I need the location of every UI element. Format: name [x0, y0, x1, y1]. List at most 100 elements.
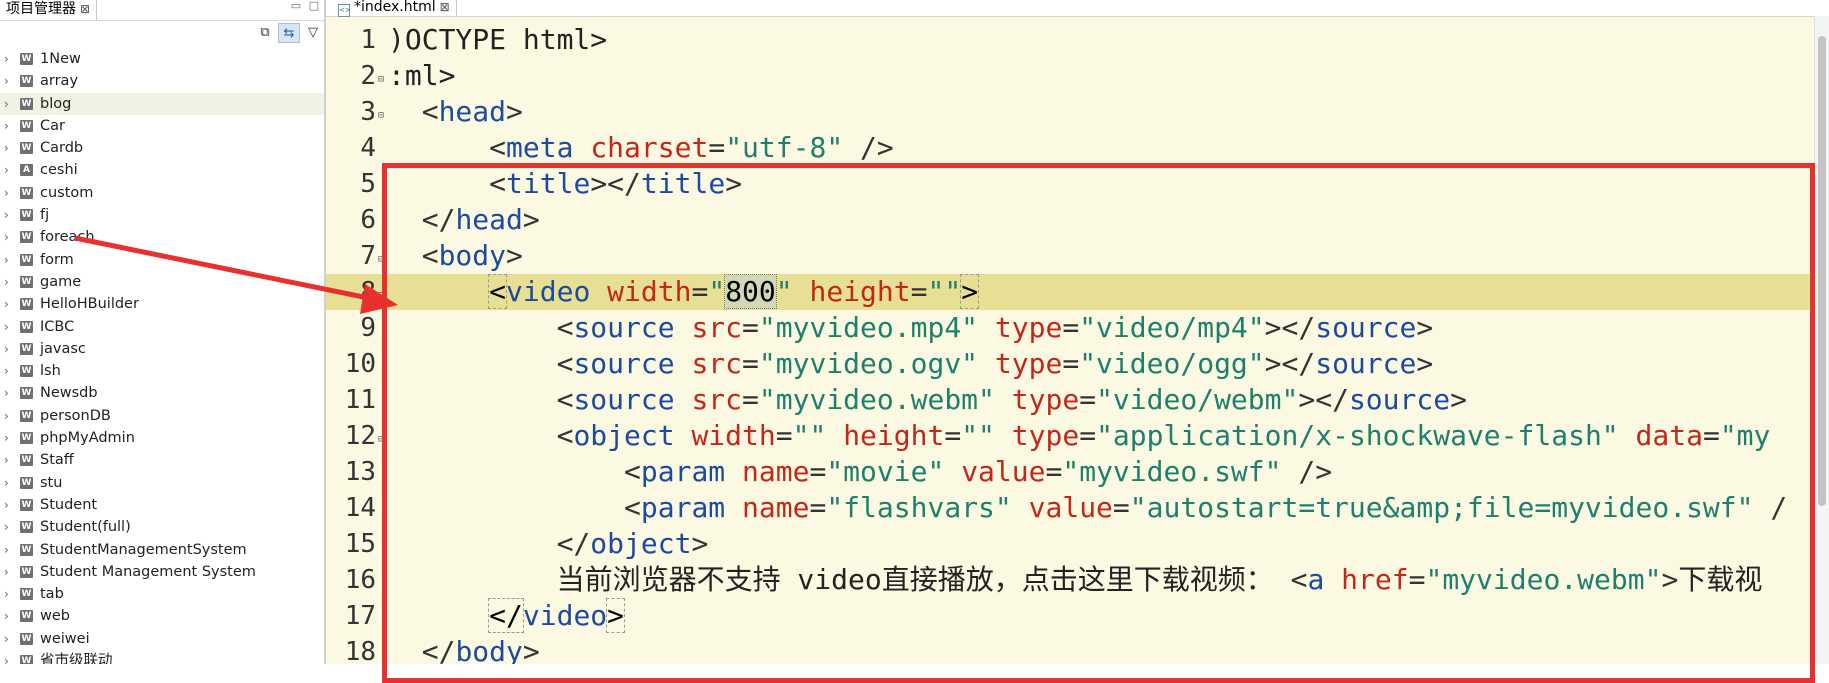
chevron-right-icon[interactable]: ›	[4, 316, 14, 338]
chevron-right-icon[interactable]: ›	[4, 159, 14, 181]
tree-item[interactable]: › W Student	[0, 494, 324, 516]
fold-icon[interactable]: ⊟	[378, 98, 384, 134]
chevron-right-icon[interactable]: ›	[4, 338, 14, 360]
tree-item[interactable]: › Wforeach	[0, 226, 324, 248]
fold-icon[interactable]: ⊟	[378, 422, 384, 458]
chevron-right-icon[interactable]: ›	[4, 249, 14, 271]
code-token: video	[522, 599, 608, 632]
view-menu-icon[interactable]: ▽	[302, 23, 324, 43]
tree-item[interactable]: › W 省市级联动	[0, 650, 324, 664]
code-line[interactable]: 14 <param name="flashvars" value="autost…	[326, 490, 1816, 526]
chevron-right-icon[interactable]: ›	[4, 226, 14, 248]
chevron-right-icon[interactable]: ›	[4, 494, 14, 516]
tree-item[interactable]: › W ICBC	[0, 316, 324, 338]
tree-item[interactable]: › Warray	[0, 70, 324, 92]
code-line[interactable]: 18 </body>	[326, 634, 1816, 664]
tree-item[interactable]: › WpersonDB	[0, 405, 324, 427]
tree-item[interactable]: › Wgame	[0, 271, 324, 293]
tree-item[interactable]: › W Newsdb	[0, 382, 324, 404]
chevron-right-icon[interactable]: ›	[4, 293, 14, 315]
fold-icon[interactable]: ⊟	[378, 278, 384, 314]
code-line[interactable]: 10 <source src="myvideo.ogv" type="video…	[326, 346, 1816, 382]
fold-icon[interactable]: ⊟	[378, 62, 384, 98]
tree-item[interactable]: › W Car	[0, 115, 324, 137]
tab-index-html[interactable]: <> *index.html ⊠	[332, 0, 457, 17]
code-line[interactable]: 6 </head>	[326, 202, 1816, 238]
project-icon: W	[20, 565, 33, 578]
chevron-right-icon[interactable]: ›	[4, 360, 14, 382]
tree-item[interactable]: › Aceshi	[0, 159, 324, 181]
chevron-right-icon[interactable]: ›	[4, 516, 14, 538]
code-line[interactable]: 7 ⊟ <body>	[326, 238, 1816, 274]
chevron-right-icon[interactable]: ›	[4, 449, 14, 471]
chevron-right-icon[interactable]: ›	[4, 115, 14, 137]
collapse-all-icon[interactable]: ⧉	[254, 23, 276, 43]
tree-item[interactable]: › Wweb	[0, 605, 324, 627]
vertical-scrollbar[interactable]	[1814, 16, 1829, 664]
maximize-icon[interactable]: □	[308, 0, 320, 11]
code-line[interactable]: 3 ⊟ <head>	[326, 94, 1816, 130]
tree-item[interactable]: › Wform	[0, 249, 324, 271]
chevron-right-icon[interactable]: ›	[4, 271, 14, 293]
code-line[interactable]: 17 </video>	[326, 598, 1816, 634]
chevron-right-icon[interactable]: ›	[4, 70, 14, 92]
chevron-right-icon[interactable]: ›	[4, 472, 14, 494]
tree-item[interactable]: › W Student(full)	[0, 516, 324, 538]
code-line[interactable]: 4 <meta charset="utf-8" />	[326, 130, 1816, 166]
code-line[interactable]: 5 <title></title>	[326, 166, 1816, 202]
tree-item-label: ceshi	[40, 162, 78, 179]
chevron-right-icon[interactable]: ›	[4, 427, 14, 449]
code-editor[interactable]: <> *index.html ⊠ 1)OCTYPE html> 2 ⊟:ml> 3 ⊟ <h…	[326, 0, 1829, 664]
chevron-right-icon[interactable]: ›	[4, 48, 14, 70]
scrollbar-thumb[interactable]	[1818, 36, 1826, 506]
tree-item[interactable]: › W 1New	[0, 48, 324, 70]
chevron-right-icon[interactable]: ›	[4, 182, 14, 204]
code-area[interactable]: 1)OCTYPE html> 2 ⊟:ml> 3 ⊟ <head> 4 <meta cha…	[326, 22, 1816, 664]
fold-icon[interactable]: ⊟	[378, 242, 384, 278]
minimize-icon[interactable]: ▭	[290, 0, 302, 11]
tree-item[interactable]: › Wweiwei	[0, 628, 324, 650]
tree-item[interactable]: › W Staff	[0, 449, 324, 471]
tree-item[interactable]: › WphpMyAdmin	[0, 427, 324, 449]
chevron-right-icon[interactable]: ›	[4, 628, 14, 650]
chevron-right-icon[interactable]: ›	[4, 204, 14, 226]
chevron-right-icon[interactable]: ›	[4, 93, 14, 115]
close-icon[interactable]: ⊠	[80, 2, 90, 16]
code-line[interactable]: 11 <source src="myvideo.webm" type="vide…	[326, 382, 1816, 418]
code-line[interactable]: 9 <source src="myvideo.mp4" type="video/…	[326, 310, 1816, 346]
code-line[interactable]: 12 ⊟ <object width="" height="" type="app…	[326, 418, 1816, 454]
chevron-right-icon[interactable]: ›	[4, 405, 14, 427]
chevron-right-icon[interactable]: ›	[4, 539, 14, 561]
tree-item[interactable]: › W Student Management System	[0, 561, 324, 583]
tree-item[interactable]: › Wcustom	[0, 182, 324, 204]
tree-item[interactable]: › W StudentManagementSystem	[0, 539, 324, 561]
tree-item[interactable]: › Wblog	[0, 92, 324, 115]
chevron-right-icon[interactable]: ›	[4, 605, 14, 627]
code-token: "myvideo.swf"	[1062, 455, 1282, 488]
tree-item[interactable]: › Wstu	[0, 472, 324, 494]
link-with-editor-icon[interactable]: ⇆	[278, 23, 300, 43]
tab-project-explorer[interactable]: 项目管理器 ⊠	[0, 0, 98, 20]
code-line[interactable]: 2 ⊟:ml>	[326, 58, 1816, 94]
code-line[interactable]: 8 ⊟ <video width="800" height="">	[326, 274, 1816, 310]
tree-item[interactable]: › Wfj	[0, 204, 324, 226]
code-token: width	[691, 419, 776, 452]
chevron-right-icon[interactable]: ›	[4, 561, 14, 583]
chevron-right-icon[interactable]: ›	[4, 382, 14, 404]
code-line[interactable]: 1)OCTYPE html>	[326, 22, 1816, 58]
chevron-right-icon[interactable]: ›	[4, 650, 14, 664]
chevron-right-icon[interactable]: ›	[4, 583, 14, 605]
code-line[interactable]: 13 <param name="movie" value="myvideo.sw…	[326, 454, 1816, 490]
close-icon[interactable]: ⊠	[440, 0, 450, 14]
code-line[interactable]: 15 </object>	[326, 526, 1816, 562]
tree-item[interactable]: › W Cardb	[0, 137, 324, 159]
tree-item[interactable]: › Wlsh	[0, 360, 324, 382]
tree-item[interactable]: › Wtab	[0, 583, 324, 605]
code-line[interactable]: 16 当前浏览器不支持 video直接播放，点击这里下载视频： <a href=…	[326, 562, 1816, 598]
tree-item[interactable]: › Wjavasc	[0, 338, 324, 360]
chevron-right-icon[interactable]: ›	[4, 137, 14, 159]
tree-item[interactable]: › W HelloHBuilder	[0, 293, 324, 315]
